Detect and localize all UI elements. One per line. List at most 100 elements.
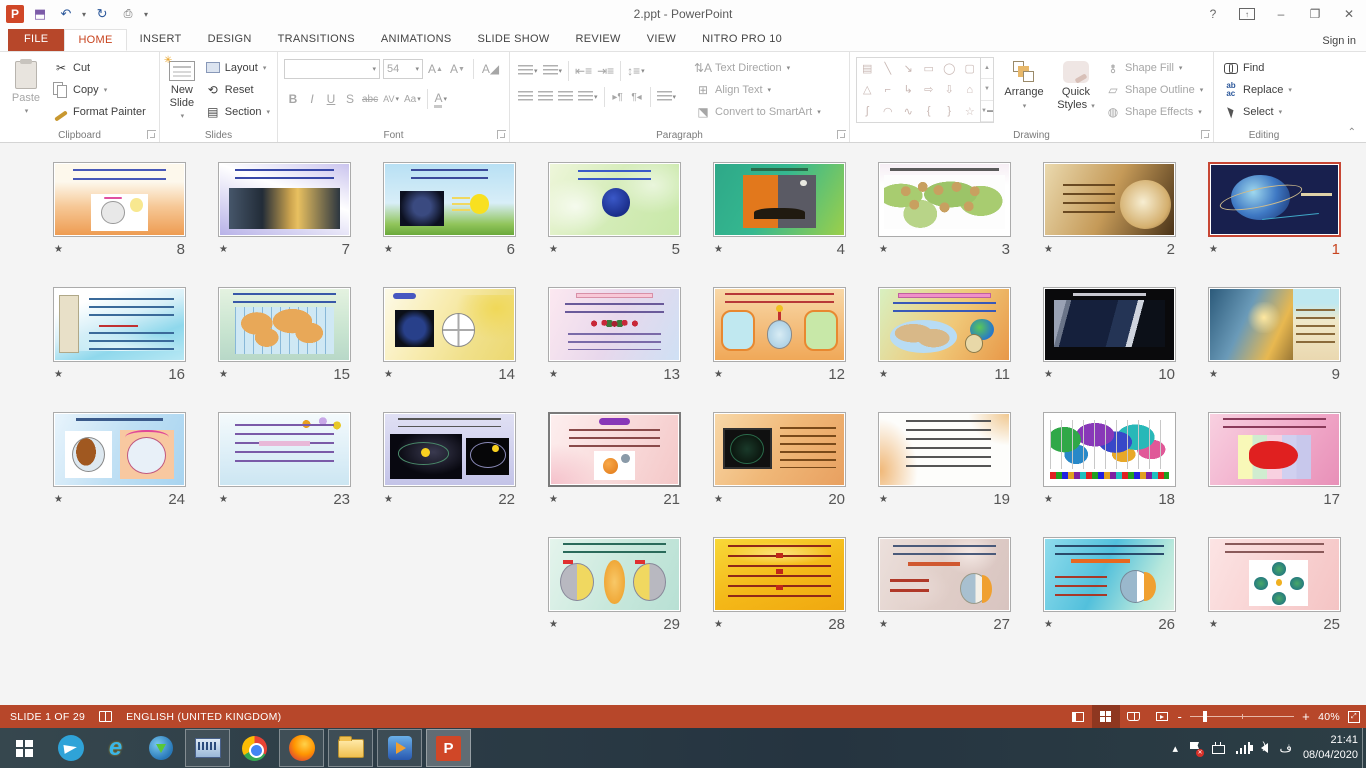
- animation-indicator-star-icon[interactable]: ★: [879, 244, 888, 255]
- zoom-slider[interactable]: [1190, 716, 1294, 717]
- layout-button[interactable]: Layout▾: [202, 57, 273, 78]
- strikethrough-button[interactable]: abc: [360, 89, 380, 109]
- taskbar-onscreen-keyboard-button[interactable]: [185, 729, 230, 767]
- tab-slide-show[interactable]: SLIDE SHOW: [464, 29, 562, 51]
- shape-effects-button[interactable]: ◍Shape Effects▾: [1102, 101, 1206, 122]
- taskbar-file-explorer-button[interactable]: [328, 729, 373, 767]
- font-name-combo[interactable]: ▾: [284, 59, 380, 79]
- reset-button[interactable]: ⟲Reset: [202, 79, 273, 100]
- tab-nitro-pro-10[interactable]: NITRO PRO 10: [689, 29, 795, 51]
- restore-button[interactable]: ❐: [1298, 0, 1332, 28]
- paste-button[interactable]: Paste▾: [6, 57, 46, 128]
- ltr-direction-button[interactable]: ▸¶: [609, 87, 627, 107]
- slide-thumbnail-9[interactable]: [1208, 287, 1341, 362]
- slide-thumbnail-8[interactable]: [53, 162, 186, 237]
- font-size-combo[interactable]: 54▾: [383, 59, 423, 79]
- taskbar-media-player-button[interactable]: [377, 729, 422, 767]
- tab-transitions[interactable]: TRANSITIONS: [265, 29, 368, 51]
- animation-indicator-star-icon[interactable]: ★: [1044, 369, 1053, 380]
- slide-thumbnail-6[interactable]: [383, 162, 516, 237]
- slide-thumbnail-14[interactable]: [383, 287, 516, 362]
- slide-thumbnail-11[interactable]: [878, 287, 1011, 362]
- rtl-direction-button[interactable]: ¶◂: [628, 87, 646, 107]
- clear-formatting-button[interactable]: A◢: [480, 59, 501, 79]
- tab-file[interactable]: FILE: [8, 29, 64, 51]
- shape-outline-button[interactable]: ▱Shape Outline▾: [1102, 79, 1206, 100]
- shape-glyph-icon[interactable]: ∿: [898, 101, 919, 122]
- shape-glyph-icon[interactable]: }: [939, 101, 960, 122]
- animation-indicator-star-icon[interactable]: ★: [1044, 619, 1053, 630]
- hidden-icons-button[interactable]: ▴: [1172, 742, 1178, 755]
- show-desktop-button[interactable]: [1362, 728, 1366, 768]
- change-case-button[interactable]: Aa▾: [402, 89, 423, 109]
- slide-sorter-view-button[interactable]: [1092, 705, 1120, 728]
- zoom-in-button[interactable]: +: [1300, 709, 1312, 724]
- tab-design[interactable]: DESIGN: [195, 29, 265, 51]
- shape-glyph-icon[interactable]: ◠: [878, 101, 899, 122]
- columns-button[interactable]: ▾: [655, 87, 679, 107]
- slide-thumbnail-20[interactable]: [713, 412, 846, 487]
- shape-glyph-icon[interactable]: ▤: [857, 58, 878, 79]
- shape-glyph-icon[interactable]: ⇩: [939, 79, 960, 100]
- save-icon[interactable]: ⬒: [30, 4, 50, 24]
- taskbar-telegram-button[interactable]: [48, 728, 93, 768]
- numbering-button[interactable]: ▾: [541, 61, 565, 81]
- slide-thumbnail-12[interactable]: [713, 287, 846, 362]
- slide-thumbnail-21[interactable]: [548, 412, 681, 487]
- animation-indicator-star-icon[interactable]: ★: [1044, 494, 1053, 505]
- slide-thumbnail-4[interactable]: [713, 162, 846, 237]
- animation-indicator-star-icon[interactable]: ★: [1209, 619, 1218, 630]
- tab-review[interactable]: REVIEW: [563, 29, 634, 51]
- shape-glyph-icon[interactable]: ⌐: [878, 79, 899, 100]
- taskbar-powerpoint-button[interactable]: P: [426, 729, 471, 767]
- slide-count-indicator[interactable]: SLIDE 1 OF 29: [10, 711, 85, 723]
- animation-indicator-star-icon[interactable]: ★: [549, 619, 558, 630]
- decrease-indent-button[interactable]: ⇤≡: [573, 61, 594, 81]
- animation-indicator-star-icon[interactable]: ★: [879, 494, 888, 505]
- shape-glyph-icon[interactable]: ╲: [878, 58, 899, 79]
- taskbar-firefox-button[interactable]: [279, 729, 324, 767]
- character-spacing-button[interactable]: AV▾: [381, 89, 401, 109]
- section-button[interactable]: ▤Section▾: [202, 101, 273, 122]
- italic-button[interactable]: I: [303, 89, 321, 109]
- bullets-button[interactable]: ▾: [516, 61, 540, 81]
- taskbar-chrome-button[interactable]: [232, 728, 277, 768]
- slide-thumbnail-1[interactable]: [1208, 162, 1341, 237]
- tab-view[interactable]: VIEW: [634, 29, 689, 51]
- slide-thumbnail-15[interactable]: [218, 287, 351, 362]
- shape-glyph-icon[interactable]: ʃ: [857, 101, 878, 122]
- collapse-ribbon-icon[interactable]: ⌃: [1348, 127, 1356, 138]
- tab-home[interactable]: HOME: [64, 29, 126, 51]
- format-painter-button[interactable]: Format Painter: [50, 101, 149, 122]
- reading-view-button[interactable]: [1120, 705, 1148, 728]
- animation-indicator-star-icon[interactable]: ★: [549, 369, 558, 380]
- animation-indicator-star-icon[interactable]: ★: [1044, 244, 1053, 255]
- animation-indicator-star-icon[interactable]: ★: [549, 244, 558, 255]
- volume-icon[interactable]: [1261, 743, 1268, 753]
- animation-indicator-star-icon[interactable]: ★: [879, 619, 888, 630]
- slide-thumbnail-17[interactable]: [1208, 412, 1341, 487]
- ribbon-display-options-button[interactable]: ↑: [1230, 0, 1264, 28]
- shape-glyph-icon[interactable]: {: [919, 101, 940, 122]
- fit-slide-to-window-icon[interactable]: ⤢: [1348, 711, 1360, 723]
- animation-indicator-star-icon[interactable]: ★: [219, 494, 228, 505]
- keyboard-language-indicator[interactable]: ف: [1279, 741, 1291, 755]
- slide-thumbnail-18[interactable]: [1043, 412, 1176, 487]
- animation-indicator-star-icon[interactable]: ★: [54, 494, 63, 505]
- shape-glyph-icon[interactable]: △: [857, 79, 878, 100]
- animation-indicator-star-icon[interactable]: ★: [714, 244, 723, 255]
- shape-glyph-icon[interactable]: ⌂: [960, 79, 981, 100]
- normal-view-button[interactable]: [1064, 705, 1092, 728]
- slide-thumbnail-27[interactable]: [878, 537, 1011, 612]
- undo-icon[interactable]: ↶: [56, 4, 76, 24]
- shape-fill-button[interactable]: 🝋Shape Fill▾: [1102, 57, 1206, 78]
- bold-button[interactable]: B: [284, 89, 302, 109]
- slide-thumbnail-19[interactable]: [878, 412, 1011, 487]
- animation-indicator-star-icon[interactable]: ★: [714, 494, 723, 505]
- find-button[interactable]: Find: [1220, 57, 1295, 78]
- zoom-out-button[interactable]: -: [1176, 709, 1185, 724]
- replace-button[interactable]: abacReplace▾: [1220, 79, 1295, 100]
- animation-indicator-star-icon[interactable]: ★: [714, 369, 723, 380]
- shape-glyph-icon[interactable]: ↳: [898, 79, 919, 100]
- slide-thumbnail-28[interactable]: [713, 537, 846, 612]
